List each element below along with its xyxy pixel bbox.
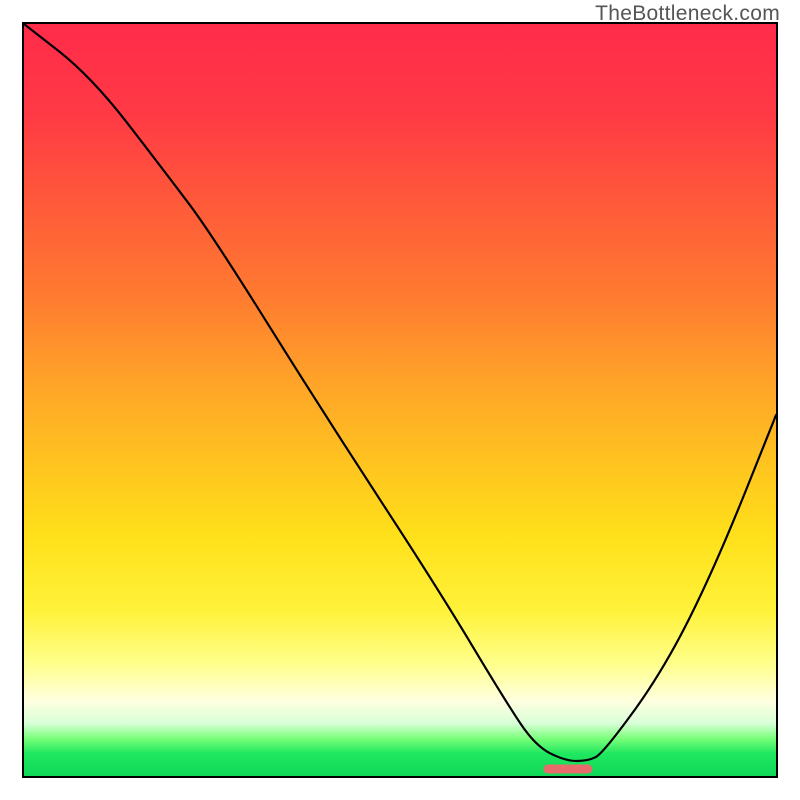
- optimal-point-marker: [544, 764, 593, 773]
- chart-container: TheBottleneck.com: [0, 0, 800, 800]
- plot-area: [22, 22, 778, 778]
- bottleneck-curve: [24, 24, 776, 761]
- watermark-text: TheBottleneck.com: [595, 2, 780, 26]
- curve-svg: [24, 24, 776, 776]
